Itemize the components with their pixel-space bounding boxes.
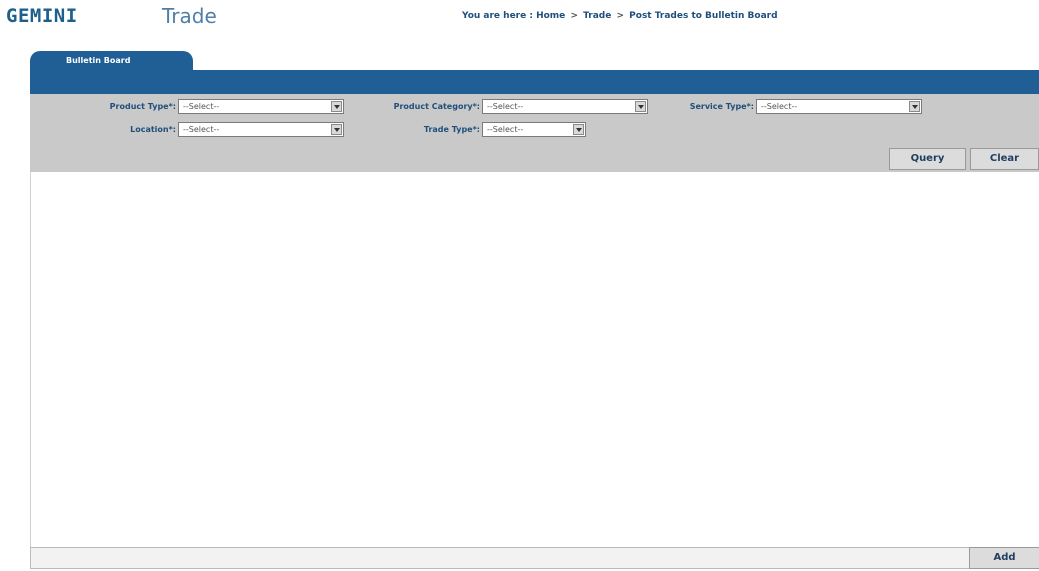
results-panel — [30, 172, 1039, 547]
breadcrumb-separator: > — [616, 11, 625, 21]
breadcrumb-separator: > — [570, 11, 578, 21]
breadcrumb-item-trade[interactable]: Trade — [583, 11, 611, 21]
filter-panel: Product Type*: --Select-- Product Catego… — [30, 94, 1039, 172]
product-category-label: Product Category*: — [393, 102, 480, 111]
brand-logo: GEMINI — [6, 5, 78, 27]
top-bar: GEMINI Trade You are here : Home > Trade… — [0, 0, 1039, 34]
chevron-down-icon[interactable] — [635, 101, 646, 112]
tab-label: Bulletin Board — [66, 56, 131, 65]
location-select[interactable]: --Select-- — [178, 122, 344, 137]
breadcrumb: You are here : Home > Trade > Post Trade… — [462, 11, 778, 21]
footer-bar: Add — [30, 547, 1039, 569]
module-title: Trade — [162, 4, 217, 28]
location-label: Location*: — [130, 125, 176, 134]
service-type-select[interactable]: --Select-- — [756, 99, 922, 114]
product-category-value: --Select-- — [487, 102, 524, 111]
breadcrumb-item-current: Post Trades to Bulletin Board — [629, 11, 778, 21]
service-type-label: Service Type*: — [689, 102, 754, 111]
tab-strip — [30, 70, 1039, 94]
product-category-select[interactable]: --Select-- — [482, 99, 648, 114]
chevron-down-icon[interactable] — [573, 124, 584, 135]
product-type-value: --Select-- — [183, 102, 220, 111]
product-type-label: Product Type*: — [109, 102, 176, 111]
location-value: --Select-- — [183, 125, 220, 134]
query-button[interactable]: Query — [889, 148, 966, 170]
breadcrumb-item-home[interactable]: Home — [536, 11, 565, 21]
add-button[interactable]: Add — [969, 547, 1039, 569]
trade-type-select[interactable]: --Select-- — [482, 122, 586, 137]
clear-button[interactable]: Clear — [970, 148, 1039, 170]
trade-type-label: Trade Type*: — [423, 125, 480, 134]
product-type-select[interactable]: --Select-- — [178, 99, 344, 114]
trade-type-value: --Select-- — [487, 125, 524, 134]
breadcrumb-prefix: You are here : — [462, 11, 533, 21]
tab-bulletin-board[interactable]: Bulletin Board — [30, 51, 193, 72]
chevron-down-icon[interactable] — [331, 124, 342, 135]
chevron-down-icon[interactable] — [909, 101, 920, 112]
chevron-down-icon[interactable] — [331, 101, 342, 112]
service-type-value: --Select-- — [761, 102, 798, 111]
